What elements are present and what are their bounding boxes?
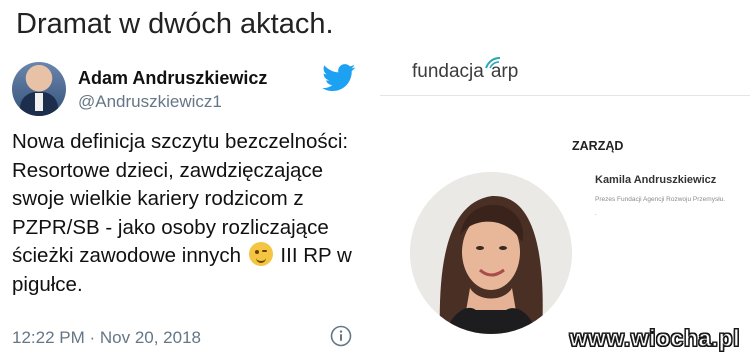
tweet-timestamp[interactable]: 12:22 PM · Nov 20, 2018: [12, 328, 201, 348]
section-title: ZARZĄD: [572, 139, 624, 153]
winking-face-emoji-icon: [248, 242, 273, 267]
info-icon[interactable]: [330, 325, 352, 347]
member-extra: .: [595, 211, 597, 217]
foundation-page: fundacja arp ZARZĄD Kamila Andruszkiewicz…: [380, 48, 750, 359]
author-avatar[interactable]: [12, 62, 66, 116]
watermark: www.wiocha.pl: [569, 325, 740, 352]
logo-arc-icon: [485, 57, 501, 69]
avatar-shirt: [35, 93, 43, 111]
member-role: Prezes Fundacji Agencji Rozwoju Przemysł…: [595, 196, 726, 203]
tweet-card: Adam Andruszkiewicz @Andruszkiewicz1 Now…: [0, 48, 375, 359]
tweet-text: Nowa definicja szczytu bezczelności: Res…: [12, 128, 362, 300]
member-name[interactable]: Kamila Andruszkiewicz: [595, 174, 716, 186]
member-photo: [410, 172, 572, 334]
logo-text-main: fundacja: [412, 61, 484, 82]
author-handle[interactable]: @Andruszkiewicz1: [78, 92, 222, 112]
twitter-bird-icon[interactable]: [322, 64, 356, 92]
author-name[interactable]: Adam Andruszkiewicz: [78, 68, 267, 89]
foundation-logo[interactable]: fundacja arp: [412, 61, 518, 83]
headline: Dramat w dwóch aktach.: [16, 8, 334, 40]
header-divider: [380, 95, 750, 96]
